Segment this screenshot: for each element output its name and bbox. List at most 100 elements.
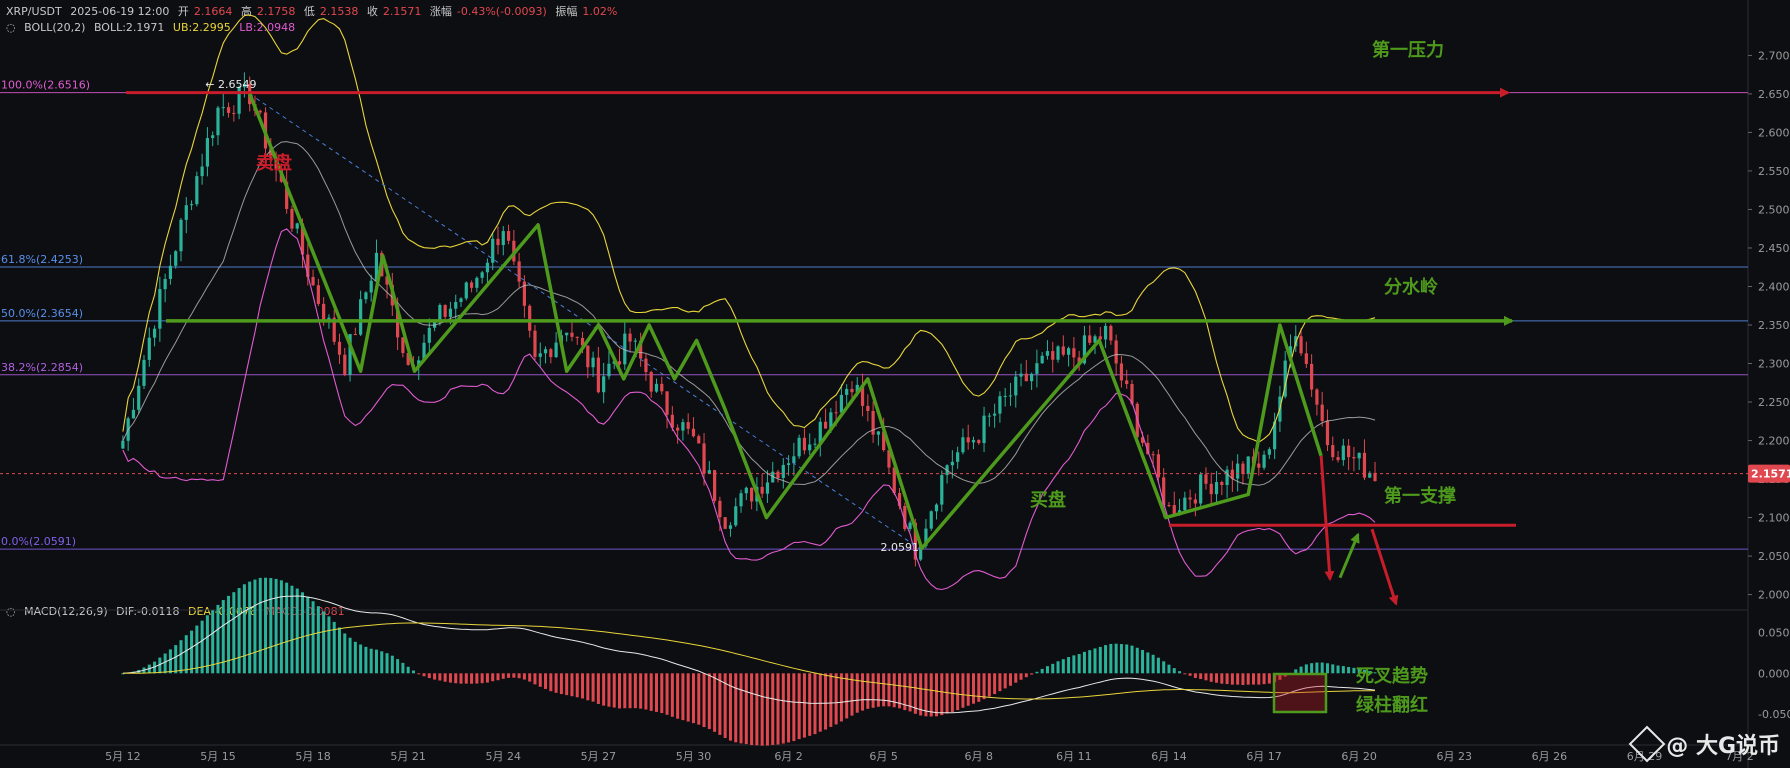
macd-bar xyxy=(211,610,215,674)
macd-bar xyxy=(1130,645,1134,674)
macd-bar xyxy=(290,585,294,674)
candle-body xyxy=(713,470,717,501)
macd-bar xyxy=(274,578,278,674)
macd-bar xyxy=(1135,647,1139,674)
y-tick-label: 2.7000 xyxy=(1758,49,1790,62)
fib-level-label: 0.0%(2.0591) xyxy=(1,535,76,548)
macd-bar xyxy=(264,577,268,674)
candle-body xyxy=(1262,454,1266,468)
death-cross-label: 死叉趋势 xyxy=(1356,665,1428,687)
macd-bar xyxy=(1352,667,1356,674)
macd-bar xyxy=(1167,664,1171,674)
candle-body xyxy=(517,261,521,282)
candle-body xyxy=(469,282,474,288)
macd-bar xyxy=(654,673,658,712)
macd-bar xyxy=(1341,666,1345,674)
candle-body xyxy=(776,471,780,478)
macd-bar xyxy=(787,673,791,743)
candle-body xyxy=(781,464,785,478)
candle-body xyxy=(1315,389,1319,405)
resistance-label: 第一压力 xyxy=(1372,39,1444,61)
macd-bar xyxy=(734,673,738,743)
macd-bar xyxy=(1199,673,1203,680)
candle-body xyxy=(607,363,611,377)
candle-body xyxy=(496,238,500,246)
macd-bar xyxy=(1141,650,1145,674)
macd-bar xyxy=(295,588,299,674)
macd-bar xyxy=(316,606,320,674)
candle-body xyxy=(1193,499,1197,504)
macd-bar xyxy=(1035,671,1039,674)
macd-bar xyxy=(190,630,194,674)
macd-bar xyxy=(998,673,1002,692)
candle-body xyxy=(1220,482,1224,486)
macd-bar xyxy=(649,673,653,711)
macd-dif-line xyxy=(122,595,1376,714)
macd-bar xyxy=(845,673,849,719)
candle-body xyxy=(1199,474,1203,504)
x-tick-label: 6月 11 xyxy=(1056,750,1092,763)
candle-body xyxy=(765,482,770,494)
macd-bar xyxy=(961,673,965,708)
macd-bar xyxy=(824,673,828,730)
macd-bar xyxy=(327,616,331,674)
macd-bar xyxy=(1236,673,1240,685)
x-tick-label: 5月 21 xyxy=(390,750,426,763)
macd-bar xyxy=(1183,673,1187,675)
x-tick-label: 5月 15 xyxy=(200,750,236,763)
x-tick-label: 6月 8 xyxy=(965,750,994,763)
candle-body xyxy=(1267,449,1271,455)
candle-body xyxy=(226,107,231,113)
candle-body xyxy=(121,440,125,449)
death-cross-box xyxy=(1272,672,1328,714)
macd-tick-label: -0.0500 xyxy=(1758,708,1790,721)
macd-bar xyxy=(406,666,410,674)
watermark-text: @ 大G说币 xyxy=(1666,734,1780,759)
candle-body xyxy=(681,422,685,431)
macd-bar xyxy=(163,653,167,674)
candle-body xyxy=(602,376,606,393)
candle-body xyxy=(565,332,569,336)
macd-bar xyxy=(448,673,452,683)
candle-body xyxy=(665,391,669,415)
candle-body xyxy=(1341,445,1345,461)
buy-label: 买盘 xyxy=(1030,489,1066,511)
candle-body xyxy=(749,487,754,502)
candle-body xyxy=(1236,463,1240,479)
macd-bar xyxy=(834,673,838,725)
macd-bar xyxy=(565,673,569,696)
macd-bar xyxy=(242,584,246,674)
candle-body xyxy=(808,444,812,451)
candle-body xyxy=(491,238,495,263)
support-label: 第一支撑 xyxy=(1384,485,1456,507)
forecast-down-arrow-2 xyxy=(1370,528,1399,606)
boll-upper-band xyxy=(122,14,1376,443)
macd-bar xyxy=(501,673,505,679)
candle-body xyxy=(438,305,442,322)
macd-bar xyxy=(1172,668,1176,674)
candle-body xyxy=(1204,474,1208,484)
candlestick-chart[interactable]: 2.7000 2.6500 2.6000 2.5500 2.5000 2.4500 2.40… xyxy=(0,0,1790,768)
candle-body xyxy=(142,359,146,386)
candle-body xyxy=(205,138,210,167)
candle-body xyxy=(1373,472,1377,482)
candle-body xyxy=(993,413,997,416)
macd-bar xyxy=(618,673,622,709)
y-tick-label: 2.4000 xyxy=(1758,280,1790,293)
macd-bar xyxy=(776,673,780,745)
candle-body xyxy=(189,204,194,206)
y-tick-label: 2.3000 xyxy=(1758,358,1790,371)
macd-bar xyxy=(1193,673,1197,678)
macd-bar xyxy=(1262,673,1266,685)
macd-bar xyxy=(829,673,833,727)
macd-bar xyxy=(1204,673,1208,681)
candle-body xyxy=(760,486,764,494)
macd-bar xyxy=(353,641,357,674)
macd-bar xyxy=(681,673,685,721)
candle-body xyxy=(1019,373,1023,377)
macd-bar xyxy=(596,673,600,704)
macd-bar xyxy=(633,673,637,709)
candle-body xyxy=(1357,452,1361,459)
candle-body xyxy=(168,265,173,279)
macd-bar xyxy=(337,627,341,674)
